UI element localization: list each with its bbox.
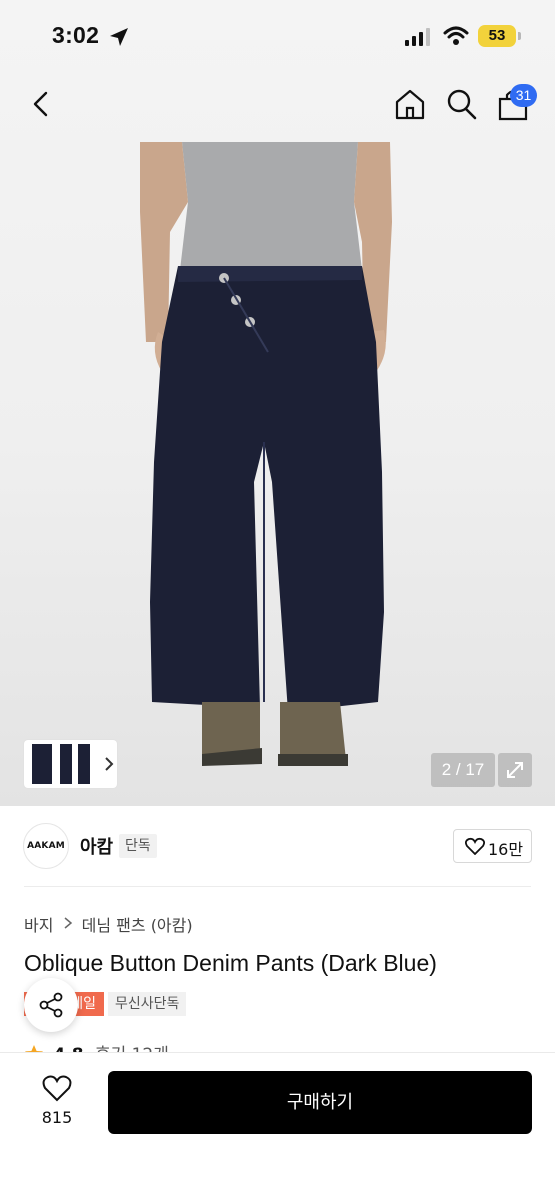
wishlist-count: 815 — [41, 1108, 73, 1127]
brand-name[interactable]: 아캄 — [80, 833, 113, 859]
wifi-icon — [443, 26, 469, 45]
expand-icon — [507, 762, 523, 778]
exclusive-badge: 무신사단독 — [108, 992, 187, 1016]
heart-icon — [42, 1075, 72, 1102]
product-title: Oblique Button Denim Pants (Dark Blue) — [24, 950, 437, 976]
battery-indicator: 53 — [478, 25, 516, 47]
home-icon[interactable] — [393, 87, 427, 121]
status-bar: 3:02 53 — [0, 0, 555, 72]
share-button[interactable] — [24, 978, 78, 1032]
brand-like-count: 16만 — [488, 840, 524, 859]
back-icon[interactable] — [26, 88, 58, 120]
buy-button[interactable]: 구매하기 — [108, 1071, 532, 1134]
brand-exclusive-tag: 단독 — [119, 834, 157, 858]
thumbnail-images — [32, 744, 114, 784]
divider — [24, 886, 531, 887]
wishlist-button[interactable]: 815 — [36, 1074, 78, 1127]
search-icon[interactable] — [445, 87, 477, 121]
product-photo — [140, 142, 392, 766]
heart-icon — [465, 837, 485, 855]
chevron-right-icon — [105, 757, 114, 771]
location-arrow-icon — [110, 28, 128, 46]
gallery-counter: 2 / 17 — [431, 753, 495, 787]
expand-button[interactable] — [498, 753, 532, 787]
share-icon — [39, 992, 63, 1018]
cart-count-badge: 31 — [510, 84, 537, 107]
breadcrumb: 바지 데님 팬츠 (아캄) — [24, 912, 193, 936]
thumbnail-strip[interactable] — [24, 740, 117, 788]
brand-logo[interactable]: AAKAM — [23, 823, 69, 869]
status-time: 3:02 — [52, 22, 100, 48]
breadcrumb-subcategory[interactable]: 데님 팬츠 (아캄) — [82, 916, 193, 935]
brand-like-button[interactable]: 16만 — [453, 829, 532, 863]
breadcrumb-category[interactable]: 바지 — [24, 916, 53, 935]
signal-icon — [405, 28, 430, 46]
battery-tip — [518, 32, 521, 40]
chevron-right-icon — [64, 916, 72, 929]
